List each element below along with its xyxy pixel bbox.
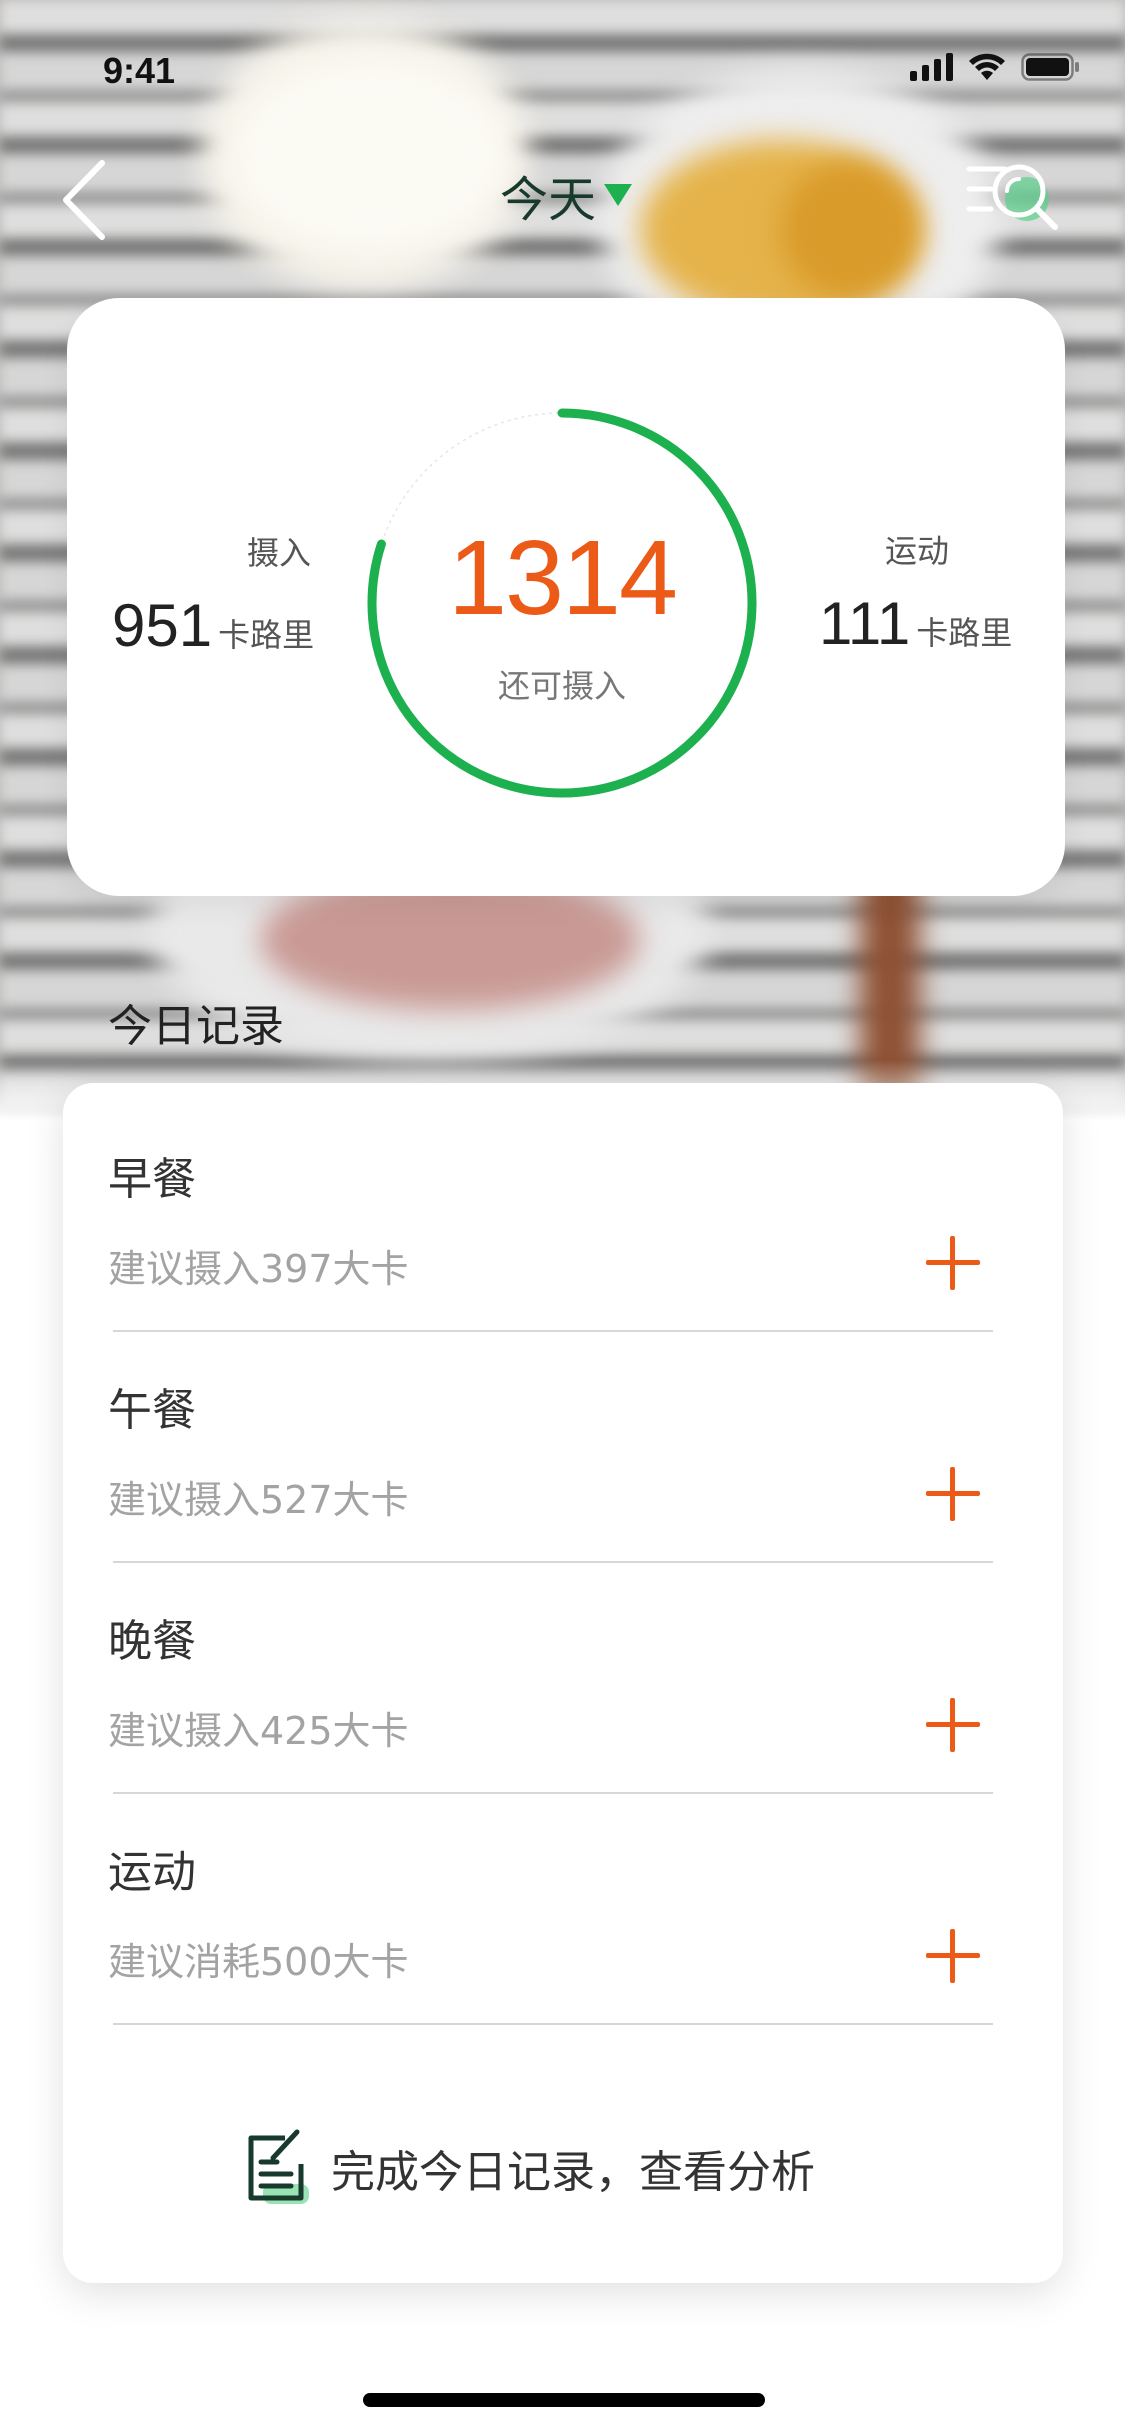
add-exercise-button[interactable] xyxy=(913,1916,993,1996)
search-list-icon xyxy=(966,164,1058,230)
exercise-value: 111 xyxy=(819,590,911,657)
add-breakfast-button[interactable] xyxy=(913,1223,993,1303)
wifi-icon xyxy=(967,52,1007,82)
record-suggestion: 建议摄入397大卡 xyxy=(108,1247,409,1291)
exercise-stat: 运动 111 卡路里 xyxy=(819,526,1079,676)
row-divider xyxy=(113,2023,993,2025)
record-name: 午餐 xyxy=(108,1385,196,1436)
remaining-label: 还可摄入 xyxy=(497,667,626,705)
page-title: 今天 xyxy=(500,172,597,228)
record-name: 晚餐 xyxy=(108,1616,196,1667)
record-row-breakfast: 早餐 建议摄入397大卡 xyxy=(63,1083,1063,1315)
record-row-exercise: 运动 建议消耗500大卡 xyxy=(63,1776,1063,2008)
search-list-button[interactable] xyxy=(965,155,1065,245)
record-row-dinner: 晚餐 建议摄入425大卡 xyxy=(63,1545,1063,1777)
status-icons xyxy=(910,52,1081,82)
record-suggestion: 建议摄入527大卡 xyxy=(108,1478,409,1522)
remaining-calories-ring: 1314 还可摄入 xyxy=(362,403,762,803)
chevron-left-icon xyxy=(63,160,105,240)
daily-records-card: 早餐 建议摄入397大卡 午餐 建议摄入527大卡 晚餐 建议摄入425大卡 运… xyxy=(63,1083,1063,2283)
section-title: 今日记录 xyxy=(108,1001,284,1052)
record-suggestion: 建议消耗500大卡 xyxy=(108,1940,409,1984)
intake-value: 951 xyxy=(112,592,213,659)
remaining-value: 1314 xyxy=(448,519,678,637)
caret-down-icon xyxy=(604,184,633,206)
complete-records-button[interactable]: 完成今日记录，查看分析 xyxy=(243,2123,815,2213)
calorie-summary-card: 摄入 951 卡路里 1314 还可摄入 运动 111 卡路里 xyxy=(67,298,1065,896)
home-indicator[interactable] xyxy=(363,2393,765,2407)
add-lunch-button[interactable] xyxy=(913,1454,993,1534)
signal-icon xyxy=(910,53,953,81)
record-name: 早餐 xyxy=(108,1154,196,1205)
notepad-icon xyxy=(248,2129,309,2204)
status-bar: 9:41 xyxy=(0,0,1125,140)
exercise-unit: 卡路里 xyxy=(916,614,1013,652)
intake-unit: 卡路里 xyxy=(218,616,315,654)
status-time: 9:41 xyxy=(103,50,176,91)
back-button[interactable] xyxy=(50,155,120,245)
intake-label: 摄入 xyxy=(247,534,312,572)
date-selector[interactable]: 今天 xyxy=(500,160,633,230)
add-dinner-button[interactable] xyxy=(913,1685,993,1765)
battery-icon xyxy=(1021,53,1081,81)
record-row-lunch: 午餐 建议摄入527大卡 xyxy=(63,1314,1063,1546)
record-name: 运动 xyxy=(108,1847,196,1898)
complete-records-label: 完成今日记录，查看分析 xyxy=(331,2147,815,2198)
exercise-label: 运动 xyxy=(885,532,950,570)
record-suggestion: 建议摄入425大卡 xyxy=(108,1709,409,1753)
